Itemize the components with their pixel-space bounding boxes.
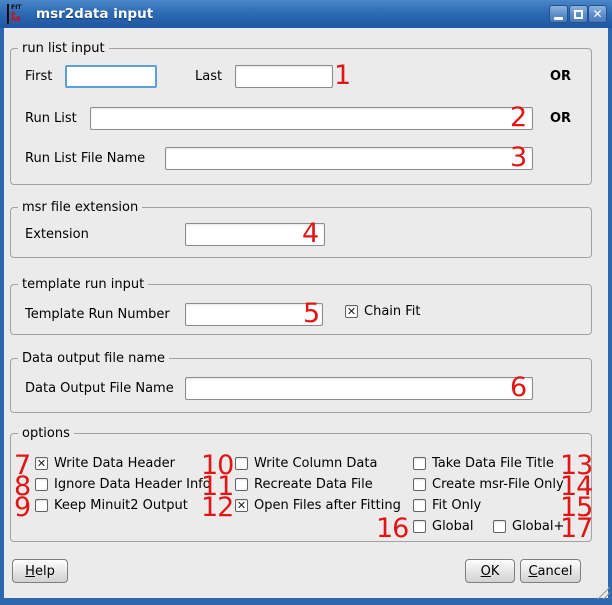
- checkbox-global[interactable]: Global: [413, 519, 473, 534]
- minimize-icon: [554, 17, 563, 20]
- run-list-file-name-input[interactable]: [165, 147, 533, 170]
- last-label: Last: [195, 69, 222, 85]
- checkbox-write-column-data[interactable]: Write Column Data: [235, 456, 377, 471]
- data-output-file-name-input[interactable]: [185, 377, 533, 400]
- template-run-number-label: Template Run Number: [25, 307, 170, 323]
- run-list-input[interactable]: [90, 107, 533, 130]
- first-label: First: [25, 69, 52, 85]
- help-button[interactable]: Help: [12, 559, 68, 583]
- app-icon: FIT µ DB: [7, 4, 28, 24]
- checkbox-take-data-file-title[interactable]: Take Data File Title: [413, 456, 554, 471]
- or-label-1: OR: [550, 69, 571, 84]
- checkbox-box: ✕: [345, 305, 358, 318]
- checkbox-open-files-after-fitting[interactable]: ✕ Open Files after Fitting: [235, 498, 401, 513]
- last-run-input[interactable]: [235, 65, 333, 88]
- extension-label: Extension: [25, 227, 89, 243]
- group-output-title: Data output file name: [18, 350, 169, 367]
- extension-input[interactable]: [185, 223, 325, 246]
- window-title: msr2data input: [36, 0, 153, 28]
- checkbox-recreate-data-file[interactable]: Recreate Data File: [235, 477, 373, 492]
- checkbox-box: [235, 478, 248, 491]
- data-output-file-name-label: Data Output File Name: [25, 381, 174, 397]
- check-icon: ✕: [347, 306, 356, 317]
- msr2data-input-dialog: FIT µ DB msr2data input ✕ run list input…: [0, 0, 612, 605]
- checkbox-global-plus[interactable]: Global+: [493, 519, 564, 534]
- group-options-title: options: [18, 425, 74, 442]
- group-run-list-title: run list input: [18, 40, 109, 57]
- maximize-icon: [574, 10, 583, 19]
- template-run-number-input[interactable]: [185, 303, 323, 326]
- close-icon: ✕: [592, 8, 602, 20]
- checkbox-box: [35, 499, 48, 512]
- run-list-file-name-label: Run List File Name: [25, 151, 145, 167]
- cancel-button[interactable]: Cancel: [520, 559, 581, 583]
- checkbox-box: [493, 520, 506, 533]
- close-button[interactable]: ✕: [588, 5, 607, 23]
- checkbox-box: [235, 457, 248, 470]
- chain-fit-checkbox[interactable]: ✕ Chain Fit: [345, 304, 421, 319]
- or-label-2: OR: [550, 111, 571, 126]
- checkbox-box: [413, 478, 426, 491]
- check-icon: ✕: [237, 500, 246, 511]
- checkbox-box: [413, 499, 426, 512]
- check-icon: ✕: [37, 458, 46, 469]
- checkbox-box: [35, 478, 48, 491]
- checkbox-box: [413, 457, 426, 470]
- group-extension-title: msr file extension: [18, 199, 142, 216]
- chain-fit-label: Chain Fit: [364, 304, 421, 319]
- checkbox-box: ✕: [235, 499, 248, 512]
- checkbox-fit-only[interactable]: Fit Only: [413, 498, 481, 513]
- checkbox-ignore-data-header-info[interactable]: Ignore Data Header Info: [35, 477, 211, 492]
- checkbox-keep-minuit2-output[interactable]: Keep Minuit2 Output: [35, 498, 188, 513]
- checkbox-box: [413, 520, 426, 533]
- run-list-label: Run List: [25, 111, 77, 127]
- checkbox-create-msr-file-only[interactable]: Create msr-File Only: [413, 477, 564, 492]
- checkbox-write-data-header[interactable]: ✕ Write Data Header: [35, 456, 175, 471]
- minimize-button[interactable]: [549, 5, 568, 23]
- maximize-button[interactable]: [569, 5, 588, 23]
- title-bar[interactable]: FIT µ DB msr2data input ✕: [0, 0, 612, 28]
- first-run-input[interactable]: [65, 65, 157, 88]
- checkbox-box: ✕: [35, 457, 48, 470]
- ok-button[interactable]: OK: [465, 559, 515, 583]
- group-template-title: template run input: [18, 276, 148, 293]
